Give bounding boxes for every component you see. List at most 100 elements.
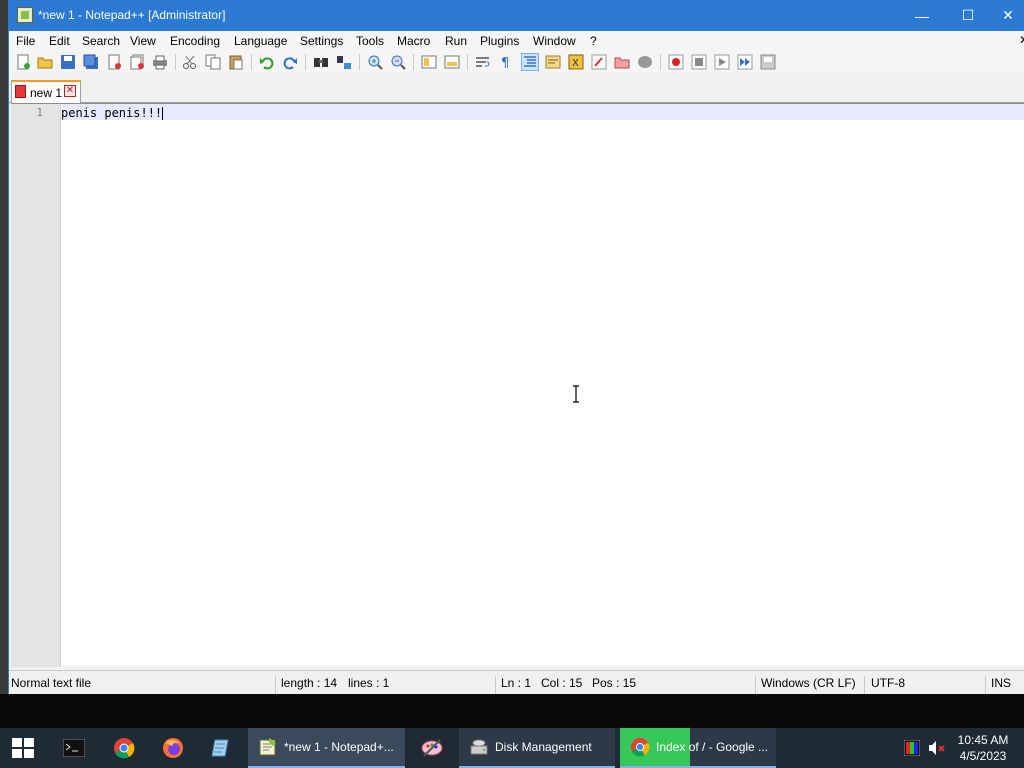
menu-run[interactable]: Run bbox=[445, 34, 467, 48]
menu-plugins[interactable]: Plugins bbox=[480, 34, 519, 48]
monitoring-icon[interactable] bbox=[637, 54, 653, 70]
editor-text: penis penis!!! bbox=[61, 106, 163, 120]
document-map-icon[interactable]: X bbox=[568, 54, 584, 70]
maximize-button[interactable]: ☐ bbox=[945, 0, 991, 31]
toolbar-separator bbox=[175, 54, 176, 70]
ibeam-cursor-icon bbox=[573, 385, 579, 403]
toolbar-separator bbox=[251, 54, 252, 70]
save-icon[interactable] bbox=[60, 54, 76, 70]
toolbar-separator bbox=[359, 54, 360, 70]
taskbar-notepadpp[interactable]: *new 1 - Notepad+... bbox=[248, 728, 405, 768]
status-line: Ln : 1 bbox=[501, 676, 532, 690]
status-column: Col : 15 bbox=[541, 676, 583, 690]
menu-settings[interactable]: Settings bbox=[300, 34, 343, 48]
notepad-icon bbox=[211, 739, 229, 757]
title-bar[interactable]: *new 1 - Notepad++ [Administrator] — ☐ ✕ bbox=[9, 0, 1024, 31]
clock-date: 4/5/2023 bbox=[959, 749, 1007, 763]
show-all-characters-icon[interactable]: ¶ bbox=[498, 54, 514, 70]
taskbar-chrome-window[interactable]: Index of / - Google ... bbox=[620, 728, 776, 768]
notepadpp-app-icon[interactable] bbox=[17, 7, 33, 23]
current-line-highlight bbox=[62, 104, 1024, 120]
clock-time: 10:45 AM bbox=[957, 733, 1009, 747]
status-length: length : 14 bbox=[281, 676, 338, 690]
taskbar-firefox[interactable] bbox=[151, 728, 195, 768]
close-all-icon[interactable] bbox=[129, 54, 145, 70]
document-close-icon[interactable]: ✕ bbox=[1019, 33, 1024, 47]
taskbar: *new 1 - Notepad+... Disk Management Ind… bbox=[0, 728, 1024, 768]
macro-run-multiple-icon[interactable] bbox=[737, 54, 753, 70]
status-lines: lines : 1 bbox=[348, 676, 390, 690]
firefox-icon bbox=[163, 738, 183, 758]
menu-window[interactable]: Window bbox=[533, 34, 576, 48]
new-file-icon[interactable] bbox=[15, 54, 31, 70]
paint-icon bbox=[421, 739, 443, 757]
menu-file[interactable]: File bbox=[16, 34, 35, 48]
macro-record-icon[interactable] bbox=[668, 54, 684, 70]
taskbar-chrome[interactable] bbox=[102, 728, 146, 768]
macro-stop-icon[interactable] bbox=[691, 54, 707, 70]
tab-new-1[interactable]: new 1 ✕ bbox=[11, 80, 81, 103]
menu-language[interactable]: Language bbox=[234, 34, 287, 48]
folder-as-workspace-icon[interactable] bbox=[614, 54, 630, 70]
status-position: Pos : 15 bbox=[592, 676, 637, 690]
redo-icon[interactable] bbox=[282, 54, 298, 70]
status-file-type: Normal text file bbox=[11, 676, 92, 690]
sync-horizontal-icon[interactable] bbox=[444, 54, 460, 70]
function-list-icon[interactable] bbox=[591, 54, 607, 70]
taskbar-chrome-window-label: Index of / - Google ... bbox=[656, 740, 769, 754]
taskbar-cmd[interactable] bbox=[52, 728, 96, 768]
line-number: 1 bbox=[36, 106, 43, 119]
replace-icon[interactable] bbox=[336, 54, 352, 70]
status-encoding: UTF-8 bbox=[871, 676, 905, 690]
save-all-icon[interactable] bbox=[83, 54, 99, 70]
window-title: *new 1 - Notepad++ [Administrator] bbox=[38, 8, 226, 22]
background-desktop-edge bbox=[0, 0, 8, 694]
zoom-out-icon[interactable] bbox=[390, 54, 406, 70]
menu-edit[interactable]: Edit bbox=[49, 34, 70, 48]
cut-icon[interactable] bbox=[182, 54, 198, 70]
close-button[interactable]: ✕ bbox=[991, 0, 1024, 31]
status-separator bbox=[495, 676, 496, 694]
menu-search[interactable]: Search bbox=[82, 34, 120, 48]
minimize-button[interactable]: — bbox=[899, 0, 945, 31]
paste-icon[interactable] bbox=[228, 54, 244, 70]
menu-help[interactable]: ? bbox=[590, 34, 597, 48]
copy-icon[interactable] bbox=[205, 54, 221, 70]
menu-tools[interactable]: Tools bbox=[356, 34, 384, 48]
taskbar-disk-management-label: Disk Management bbox=[495, 740, 592, 754]
taskbar-paint[interactable] bbox=[410, 728, 454, 768]
menu-view[interactable]: View bbox=[130, 34, 156, 48]
find-icon[interactable] bbox=[313, 54, 329, 70]
menu-macro[interactable]: Macro bbox=[397, 34, 430, 48]
indent-guide-icon[interactable] bbox=[521, 53, 539, 71]
undo-icon[interactable] bbox=[259, 54, 275, 70]
tab-close-icon[interactable]: ✕ bbox=[64, 85, 76, 97]
print-icon[interactable] bbox=[152, 54, 168, 70]
user-defined-language-icon[interactable] bbox=[545, 54, 561, 70]
editor-text-line[interactable]: penis penis!!! bbox=[61, 106, 164, 120]
chrome-icon bbox=[630, 737, 650, 757]
unsaved-file-icon bbox=[15, 85, 26, 98]
sync-vertical-icon[interactable] bbox=[421, 54, 437, 70]
status-separator bbox=[864, 676, 865, 694]
toolbar: ¶ X bbox=[9, 51, 1024, 73]
open-file-icon[interactable] bbox=[37, 54, 53, 70]
status-separator bbox=[755, 676, 756, 694]
word-wrap-icon[interactable] bbox=[475, 54, 491, 70]
close-file-icon[interactable] bbox=[106, 54, 122, 70]
editor-area[interactable]: 1 penis penis!!! bbox=[11, 103, 1024, 667]
menu-encoding[interactable]: Encoding bbox=[170, 34, 220, 48]
taskbar-notepad[interactable] bbox=[199, 728, 243, 768]
status-separator bbox=[275, 676, 276, 694]
taskbar-disk-management[interactable]: Disk Management bbox=[459, 728, 615, 768]
color-display-tray-icon[interactable] bbox=[904, 740, 920, 756]
macro-save-icon[interactable] bbox=[760, 54, 776, 70]
zoom-in-icon[interactable] bbox=[367, 54, 383, 70]
svg-text:X: X bbox=[572, 58, 579, 69]
taskbar-notepadpp-label: *new 1 - Notepad+... bbox=[284, 740, 394, 754]
toolbar-separator bbox=[305, 54, 306, 70]
macro-play-icon[interactable] bbox=[714, 54, 730, 70]
system-clock[interactable]: 10:45 AM 4/5/2023 bbox=[948, 732, 1018, 764]
windows-start-icon[interactable] bbox=[12, 738, 34, 758]
volume-muted-icon[interactable] bbox=[928, 740, 946, 756]
